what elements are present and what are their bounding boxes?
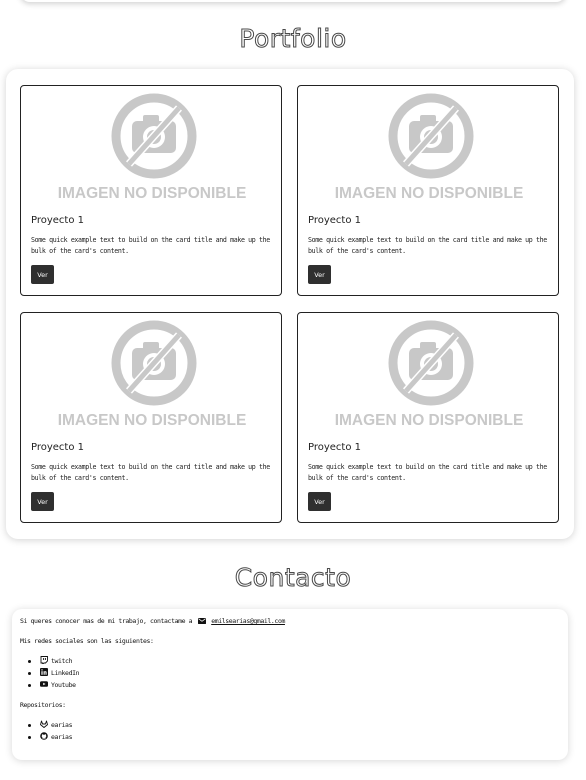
no-camera-icon: IMAGEN NO DISPONIBLE <box>58 93 247 202</box>
repos-heading: Repositorios: <box>20 701 66 709</box>
linkedin-icon <box>40 668 48 676</box>
project-card: IMAGEN NO DISPONIBLE Proyecto 1 Some qui… <box>20 312 282 523</box>
social-list: twitch LinkedIn Youtube <box>27 655 80 691</box>
no-camera-icon: IMAGEN NO DISPONIBLE <box>335 320 524 429</box>
portfolio-panel: IMAGEN NO DISPONIBLE Proyecto 1 Some qui… <box>6 69 574 539</box>
view-button[interactable]: Ver <box>31 492 54 511</box>
project-card: IMAGEN NO DISPONIBLE Proyecto 1 Some qui… <box>297 85 559 296</box>
no-camera-icon: IMAGEN NO DISPONIBLE <box>58 320 247 429</box>
repo-item-gitlab[interactable]: earias <box>27 719 73 731</box>
card-text: Some quick example text to build on the … <box>308 236 547 255</box>
social-label: LinkedIn <box>51 669 80 677</box>
image-unavailable-text: IMAGEN NO DISPONIBLE <box>58 185 247 202</box>
portfolio-title: Portfolio <box>239 24 347 54</box>
social-item-linkedin[interactable]: LinkedIn <box>27 667 80 679</box>
card-image: IMAGEN NO DISPONIBLE <box>298 313 558 433</box>
contact-intro-line: Si queres conocer mas de mi trabajo, con… <box>20 617 285 625</box>
image-unavailable-text: IMAGEN NO DISPONIBLE <box>335 412 524 429</box>
repos-list: earias earias <box>27 719 73 743</box>
github-icon <box>40 732 48 740</box>
card-text: Some quick example text to build on the … <box>308 463 547 482</box>
repo-item-github[interactable]: earias <box>27 731 73 743</box>
contact-panel: Si queres conocer mas de mi trabajo, con… <box>12 609 568 760</box>
youtube-icon <box>40 681 48 687</box>
email-link[interactable]: emilsearias@gmail.com <box>211 617 285 625</box>
card-title: Proyecto 1 <box>31 442 85 453</box>
social-label: Youtube <box>51 681 76 689</box>
image-unavailable-text: IMAGEN NO DISPONIBLE <box>58 412 247 429</box>
navbar-edge <box>20 0 566 2</box>
project-card: IMAGEN NO DISPONIBLE Proyecto 1 Some qui… <box>297 312 559 523</box>
project-card: IMAGEN NO DISPONIBLE Proyecto 1 Some qui… <box>20 85 282 296</box>
envelope-icon <box>197 618 206 624</box>
card-title: Proyecto 1 <box>308 215 362 226</box>
social-item-youtube[interactable]: Youtube <box>27 679 79 691</box>
social-heading: Mis redes sociales son las siguientes: <box>20 637 154 645</box>
view-button[interactable]: Ver <box>308 492 331 511</box>
card-image: IMAGEN NO DISPONIBLE <box>21 86 281 206</box>
no-camera-icon: IMAGEN NO DISPONIBLE <box>335 93 524 202</box>
contact-intro-text: Si queres conocer mas de mi trabajo, con… <box>20 617 193 625</box>
social-label: twitch <box>51 657 73 665</box>
repo-label: earias <box>51 733 73 741</box>
contact-title: Contacto <box>234 563 352 593</box>
card-text: Some quick example text to build on the … <box>31 236 270 255</box>
social-item-twitch[interactable]: twitch <box>27 655 79 667</box>
view-button[interactable]: Ver <box>308 265 331 284</box>
twitch-icon <box>40 656 48 664</box>
repo-label: earias <box>51 721 73 729</box>
gitlab-icon <box>40 720 48 728</box>
image-unavailable-text: IMAGEN NO DISPONIBLE <box>335 185 524 202</box>
view-button[interactable]: Ver <box>31 265 54 284</box>
card-image: IMAGEN NO DISPONIBLE <box>21 313 281 433</box>
card-title: Proyecto 1 <box>31 215 85 226</box>
card-text: Some quick example text to build on the … <box>31 463 270 482</box>
card-title: Proyecto 1 <box>308 442 362 453</box>
card-image: IMAGEN NO DISPONIBLE <box>298 86 558 206</box>
